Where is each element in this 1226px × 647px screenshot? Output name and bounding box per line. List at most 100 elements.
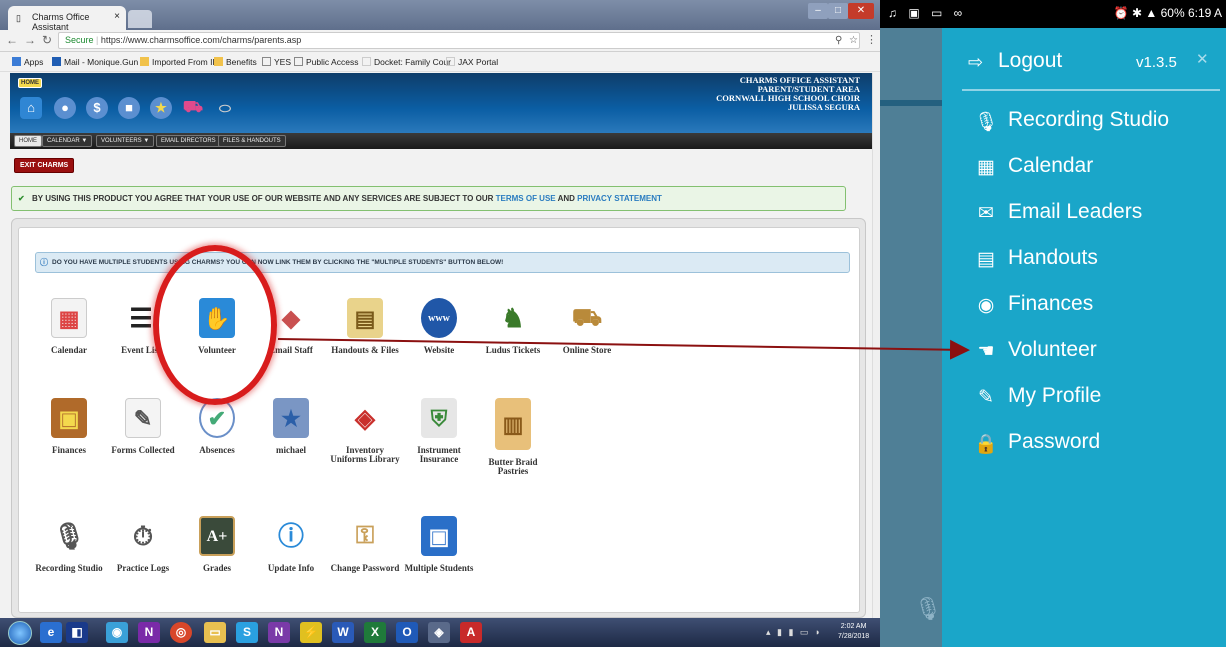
menu-volunteers[interactable]: VOLUNTEERS ▼ [96, 135, 155, 147]
wallet-icon: ▣ [51, 398, 87, 438]
new-tab-button[interactable] [128, 10, 152, 28]
menu-dots-icon[interactable]: ⋮ [866, 33, 877, 46]
tile-multiple-students[interactable]: ▣ Multiple Students [402, 516, 476, 573]
lock-key-icon: ⚿ [355, 522, 375, 549]
envelope-icon: ⬥ [281, 303, 301, 333]
chrome-icon[interactable]: ◎ [170, 622, 192, 643]
tile-change-password[interactable]: ⚿ Change Password [328, 516, 402, 573]
home-badge: HOME [18, 78, 42, 88]
onenote-icon[interactable]: N [268, 622, 290, 643]
page-icon [262, 57, 271, 66]
logout-icon[interactable]: ⇨ [968, 52, 983, 73]
star-badge-icon[interactable]: ★ [150, 97, 172, 119]
terms-of-use-link[interactable]: TERMS OF USE [496, 194, 556, 203]
stopwatch-icon: ⏱ [132, 521, 154, 551]
outlook-icon[interactable]: O [396, 622, 418, 643]
charms-header: HOME ⌂ ● $ ■ ★ ⛟ ⬭ CHARMS OFFICE ASSISTA… [10, 73, 872, 133]
address-bar: ← → ↻ Secure | https://www.charmsoffice.… [0, 30, 880, 52]
url-input[interactable]: Secure | https://www.charmsoffice.com/ch… [58, 32, 860, 49]
tile-update-info[interactable]: ⓘ Update Info [254, 516, 328, 573]
bookmark-mail[interactable]: Mail - Monique.Gun [52, 57, 138, 67]
browser-tab[interactable]: ▯ Charms Office Assistant × [8, 6, 126, 32]
back-icon[interactable]: ← [6, 33, 18, 47]
taskbar-clock[interactable]: 2:02 AM 7/28/2018 [838, 622, 869, 642]
word-icon[interactable]: W [332, 622, 354, 643]
menu-email-directors[interactable]: EMAIL DIRECTORS [156, 135, 221, 147]
version-label: v1.3.5 [1136, 54, 1177, 71]
tab-close-icon[interactable]: × [114, 11, 120, 22]
lock-icon[interactable]: ■ [118, 97, 140, 119]
hand-heart-icon: ☚ [977, 341, 995, 362]
students-book-icon: ▣ [421, 516, 457, 556]
zoom-icon[interactable]: ⚲ [835, 33, 842, 48]
star-icon[interactable]: ☆ [849, 33, 858, 48]
lock-icon: 🔒 [974, 434, 998, 455]
folder-icon [140, 57, 149, 66]
tile-butter-braid[interactable]: ▥ Butter Braid Pastries [476, 398, 550, 476]
exit-charms-button[interactable]: EXIT CHARMS [14, 158, 75, 173]
files-icon: ▤ [347, 298, 383, 338]
windows-taskbar: e ◧ ◉ N ◎ ▭ S N ⚡ W X O ◈ A ▴ ▮ ▮ ▭ ◗ 2:… [0, 618, 880, 647]
bookmark-apps[interactable]: Apps [12, 57, 43, 67]
tile-grades[interactable]: A+ Grades [180, 516, 254, 573]
start-button[interactable] [8, 621, 32, 645]
menu-files-handouts[interactable]: FILES & HANDOUTS [218, 135, 286, 147]
reload-icon[interactable]: ↻ [42, 33, 52, 47]
minimize-button[interactable]: – [808, 3, 828, 19]
app-icon[interactable]: ◉ [106, 622, 128, 643]
menu-calendar[interactable]: CALENDAR ▼ [42, 135, 93, 147]
app-icon[interactable]: ⚡ [300, 622, 322, 643]
forward-icon[interactable]: → [24, 33, 36, 47]
person-icon[interactable]: ● [54, 97, 76, 119]
tile-calendar[interactable]: ▦ Calendar [32, 298, 106, 355]
app-background: 🎙 [880, 28, 942, 647]
bookmark-yes[interactable]: YES [262, 57, 291, 67]
onenote-icon[interactable]: N [138, 622, 160, 643]
privacy-statement-link[interactable]: PRIVACY STATEMENT [577, 194, 662, 203]
tile-absences[interactable]: ✔ Absences [180, 398, 254, 455]
tile-inventory[interactable]: ◈ Inventory Uniforms Library [328, 398, 402, 464]
microphone-icon[interactable]: 🎙 [914, 596, 942, 622]
ie-icon[interactable]: e [40, 622, 62, 643]
bookmark-benefits[interactable]: Benefits [214, 57, 257, 67]
app-icon[interactable]: ◈ [428, 622, 450, 643]
folder-icon[interactable]: ▭ [204, 622, 226, 643]
shield-document-icon: ⛨ [421, 398, 457, 438]
menu-home[interactable]: HOME [14, 135, 42, 147]
close-drawer-icon[interactable]: ✕ [1196, 50, 1209, 68]
tile-forms-collected[interactable]: ✎ Forms Collected [106, 398, 180, 455]
tile-ludus-tickets[interactable]: ♞ Ludus Tickets [476, 298, 550, 355]
mascot-icon: ♞ [501, 303, 525, 333]
grade-board-icon: A+ [199, 516, 235, 556]
page-icon [446, 57, 455, 66]
pill-icon[interactable]: ⬭ [214, 97, 236, 119]
bookmark-public-access[interactable]: Public Access [294, 57, 358, 67]
app-icon[interactable]: ◧ [66, 622, 88, 643]
vertical-scrollbar[interactable] [872, 73, 880, 618]
tile-finances[interactable]: ▣ Finances [32, 398, 106, 455]
system-tray[interactable]: ▴ ▮ ▮ ▭ ◗ [766, 627, 822, 638]
bookmark-jax[interactable]: JAX Portal [446, 57, 498, 67]
tile-handouts-files[interactable]: ▤ Handouts & Files [328, 298, 402, 355]
coins-icon: ◉ [977, 295, 995, 316]
tile-instrument-insurance[interactable]: ⛨ Instrument Insurance [402, 398, 476, 464]
acrobat-icon[interactable]: A [460, 622, 482, 643]
maximize-button[interactable]: □ [828, 3, 848, 19]
tile-practice-logs[interactable]: ⏱ Practice Logs [106, 516, 180, 573]
tile-online-store[interactable]: ⛟ Online Store [550, 298, 624, 355]
excel-icon[interactable]: X [364, 622, 386, 643]
tile-michael[interactable]: ★ michael [254, 398, 328, 455]
home-icon[interactable]: ⌂ [20, 97, 42, 119]
cart-icon[interactable]: ⛟ [182, 97, 204, 119]
skype-icon[interactable]: S [236, 622, 258, 643]
dollar-icon[interactable]: $ [86, 97, 108, 119]
close-window-button[interactable]: ✕ [848, 3, 874, 19]
logout-row: ⇨ Logout v1.3.5 ✕ [968, 48, 1218, 88]
tile-website[interactable]: www Website [402, 298, 476, 355]
tile-recording-studio[interactable]: 🎙 Recording Studio [32, 516, 106, 573]
pastry-icon: ▥ [495, 398, 531, 450]
cubes-icon: ◈ [355, 403, 375, 433]
logout-button[interactable]: Logout [998, 49, 1062, 73]
bookmark-docket[interactable]: Docket: Family Cour [362, 57, 451, 67]
bookmark-imported[interactable]: Imported From IE [140, 57, 218, 67]
